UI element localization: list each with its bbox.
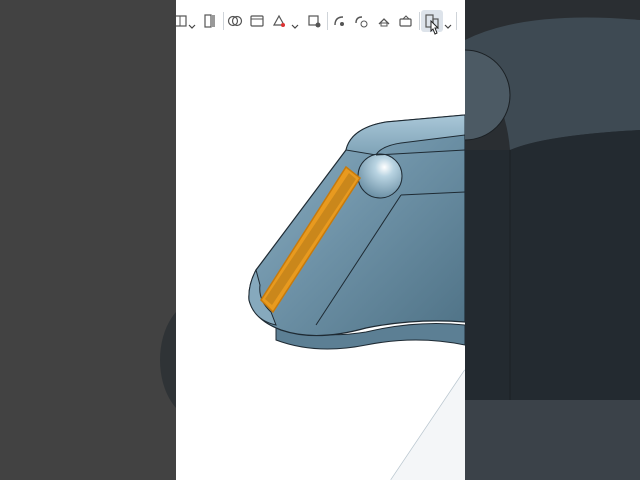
chevron-down-icon[interactable] xyxy=(444,16,452,29)
right-background-panel xyxy=(465,0,640,480)
transparency-icon[interactable] xyxy=(224,10,246,32)
display-mode-icon[interactable] xyxy=(246,10,268,32)
left-background-shape xyxy=(160,312,176,408)
chevron-down-icon[interactable] xyxy=(188,16,196,29)
model-render[interactable] xyxy=(176,0,465,480)
model-corner-fillet xyxy=(357,153,403,199)
hide-icon[interactable] xyxy=(303,10,325,32)
measure-icon[interactable] xyxy=(328,10,350,32)
toolbar-separator xyxy=(419,12,420,30)
section-view-icon[interactable] xyxy=(199,10,221,32)
camera-icon[interactable] xyxy=(395,10,417,32)
cad-viewport[interactable] xyxy=(176,0,465,480)
view-toolbar xyxy=(176,8,465,36)
chevron-down-icon[interactable] xyxy=(291,16,299,29)
left-background-panel xyxy=(0,0,176,480)
toolbar-separator xyxy=(456,12,457,30)
mass-properties-icon[interactable] xyxy=(350,10,372,32)
right-background-model xyxy=(465,0,640,480)
mouse-cursor-icon xyxy=(428,19,440,36)
explode-icon[interactable] xyxy=(373,10,395,32)
appearance-icon[interactable] xyxy=(268,10,290,32)
